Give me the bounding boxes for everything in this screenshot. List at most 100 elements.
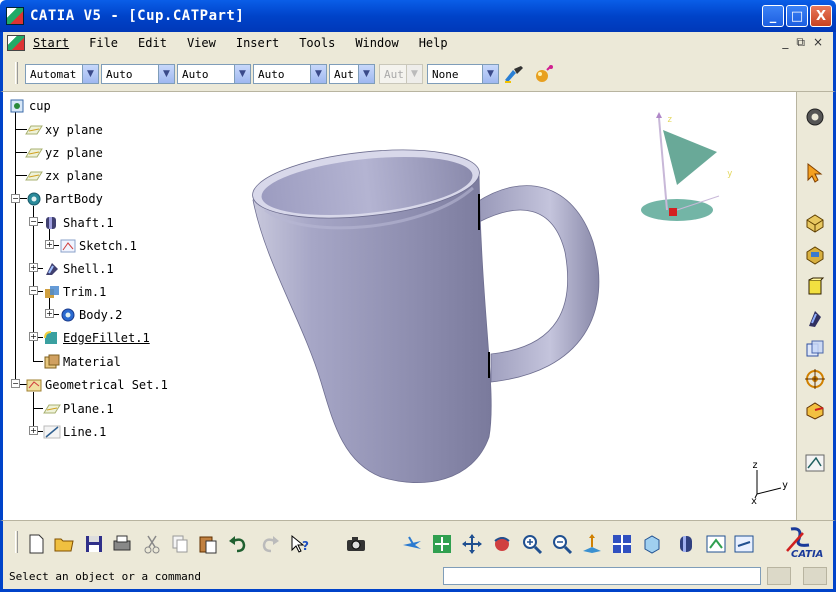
menu-insert[interactable]: Insert (236, 36, 279, 50)
fit-all-icon[interactable] (431, 533, 453, 555)
expand-toggle[interactable]: − (29, 217, 38, 226)
compass-y-label: y (727, 169, 733, 179)
maximize-button[interactable]: □ (786, 5, 808, 27)
tree-item-zx-plane[interactable]: zx plane (25, 166, 103, 186)
shell-tool-icon[interactable] (804, 308, 826, 330)
expand-toggle[interactable]: + (29, 263, 38, 272)
tree-item-xy-plane[interactable]: xy plane (25, 120, 103, 140)
render-style-icon[interactable] (675, 533, 697, 555)
menu-view[interactable]: View (187, 36, 216, 50)
expand-toggle[interactable]: − (11, 194, 20, 203)
tree-item-partbody[interactable]: PartBody (25, 189, 103, 209)
target-icon[interactable] (804, 368, 826, 390)
menu-tools[interactable]: Tools (299, 36, 335, 50)
expand-toggle[interactable]: − (29, 286, 38, 295)
catia-logo[interactable]: CATIA (783, 525, 831, 561)
measure-icon[interactable] (804, 398, 826, 420)
tree-item-shell[interactable]: Shell.1 (43, 259, 114, 279)
linetype-combo[interactable]: Auto ▼ (253, 64, 327, 84)
chevron-down-icon[interactable]: ▼ (482, 65, 498, 83)
boolean-icon[interactable] (804, 338, 826, 360)
doc-minimize-button[interactable]: _ (782, 35, 788, 50)
tree-item-body2[interactable]: Body.2 (59, 305, 122, 325)
close-button[interactable]: X (810, 5, 832, 27)
normal-view-icon[interactable] (581, 533, 603, 555)
undo-icon[interactable] (227, 533, 249, 555)
expand-toggle[interactable]: + (45, 240, 54, 249)
material-icon (44, 354, 60, 369)
new-file-icon[interactable] (25, 533, 47, 555)
zoom-out-icon[interactable] (551, 533, 573, 555)
command-input[interactable] (443, 567, 761, 585)
dress-up-icon[interactable] (804, 276, 826, 298)
print-icon[interactable] (111, 533, 133, 555)
select-arrow-icon[interactable] (804, 162, 826, 184)
camera-icon[interactable] (345, 533, 367, 555)
zoom-in-icon[interactable] (521, 533, 543, 555)
tree-item-sketch[interactable]: Sketch.1 (59, 236, 137, 256)
menu-start[interactable]: Start (33, 36, 69, 50)
document-icon[interactable] (7, 35, 25, 51)
expand-toggle[interactable]: − (11, 379, 20, 388)
tree-item-yz-plane[interactable]: yz plane (25, 143, 103, 163)
doc-close-button[interactable]: × (813, 35, 823, 50)
tree-item-cup[interactable]: cup (9, 96, 51, 116)
color-combo[interactable]: Automat ▼ (25, 64, 99, 84)
tree-label: Material (63, 355, 121, 369)
minimize-button[interactable]: _ (762, 5, 784, 27)
copy-icon[interactable] (169, 533, 191, 555)
transparency-combo[interactable]: Auto ▼ (101, 64, 175, 84)
menu-file[interactable]: File (89, 36, 118, 50)
cut-icon[interactable] (141, 533, 163, 555)
apply-material-icon[interactable] (533, 64, 555, 84)
status-button-1[interactable] (767, 567, 791, 585)
expand-toggle[interactable]: + (29, 332, 38, 341)
line-thickness-combo-value: Auto (182, 67, 209, 81)
compass-widget[interactable]: z y (633, 110, 743, 235)
chevron-down-icon[interactable]: ▼ (234, 65, 250, 83)
expand-toggle[interactable]: + (29, 426, 38, 435)
3d-viewport[interactable]: z y z y x cup xy plane yz plane zx plane… (0, 92, 796, 520)
status-button-2[interactable] (803, 567, 827, 585)
chevron-down-icon[interactable]: ▼ (82, 65, 98, 83)
tree-item-geometrical-set[interactable]: Geometrical Set.1 (25, 375, 168, 395)
menu-edit[interactable]: Edit (138, 36, 167, 50)
swap-space-icon[interactable] (733, 533, 755, 555)
rendering-style-combo: Aut ▼ (379, 64, 423, 84)
rotate-icon[interactable] (491, 533, 513, 555)
open-folder-icon[interactable] (53, 533, 75, 555)
toolbar-grip[interactable] (15, 62, 18, 84)
menu-window[interactable]: Window (355, 36, 398, 50)
tree-item-line1[interactable]: Line.1 (43, 422, 106, 442)
whats-this-icon[interactable]: ? (289, 533, 311, 555)
redo-icon[interactable] (259, 533, 281, 555)
quick-view-icon[interactable] (641, 533, 663, 555)
doc-restore-button[interactable]: ⧉ (796, 35, 805, 50)
pan-icon[interactable] (461, 533, 483, 555)
hide-show-icon[interactable] (705, 533, 727, 555)
gear-icon[interactable] (804, 106, 826, 128)
chevron-down-icon[interactable]: ▼ (358, 65, 374, 83)
pad-icon[interactable] (804, 212, 826, 234)
sketcher-icon[interactable] (804, 452, 826, 474)
save-icon[interactable] (83, 533, 105, 555)
tree-item-material[interactable]: Material (43, 352, 121, 372)
line-thickness-combo[interactable]: Auto ▼ (177, 64, 251, 84)
pocket-icon[interactable] (804, 244, 826, 266)
catia-app-icon[interactable] (6, 7, 24, 25)
multi-view-icon[interactable] (611, 533, 633, 555)
tree-item-shaft[interactable]: Shaft.1 (43, 213, 114, 233)
point-symbol-combo[interactable]: Aut ▼ (329, 64, 375, 84)
tree-item-edgefillet[interactable]: EdgeFillet.1 (43, 328, 150, 348)
fly-mode-icon[interactable] (401, 533, 423, 555)
expand-toggle[interactable]: + (45, 309, 54, 318)
menu-help[interactable]: Help (419, 36, 448, 50)
tree-item-plane1[interactable]: Plane.1 (43, 399, 114, 419)
chevron-down-icon[interactable]: ▼ (158, 65, 174, 83)
painter-icon[interactable] (503, 64, 525, 84)
paste-icon[interactable] (197, 533, 219, 555)
layer-combo[interactable]: None ▼ (427, 64, 499, 84)
toolbar-grip[interactable] (15, 531, 18, 553)
chevron-down-icon[interactable]: ▼ (310, 65, 326, 83)
tree-item-trim[interactable]: Trim.1 (43, 282, 106, 302)
